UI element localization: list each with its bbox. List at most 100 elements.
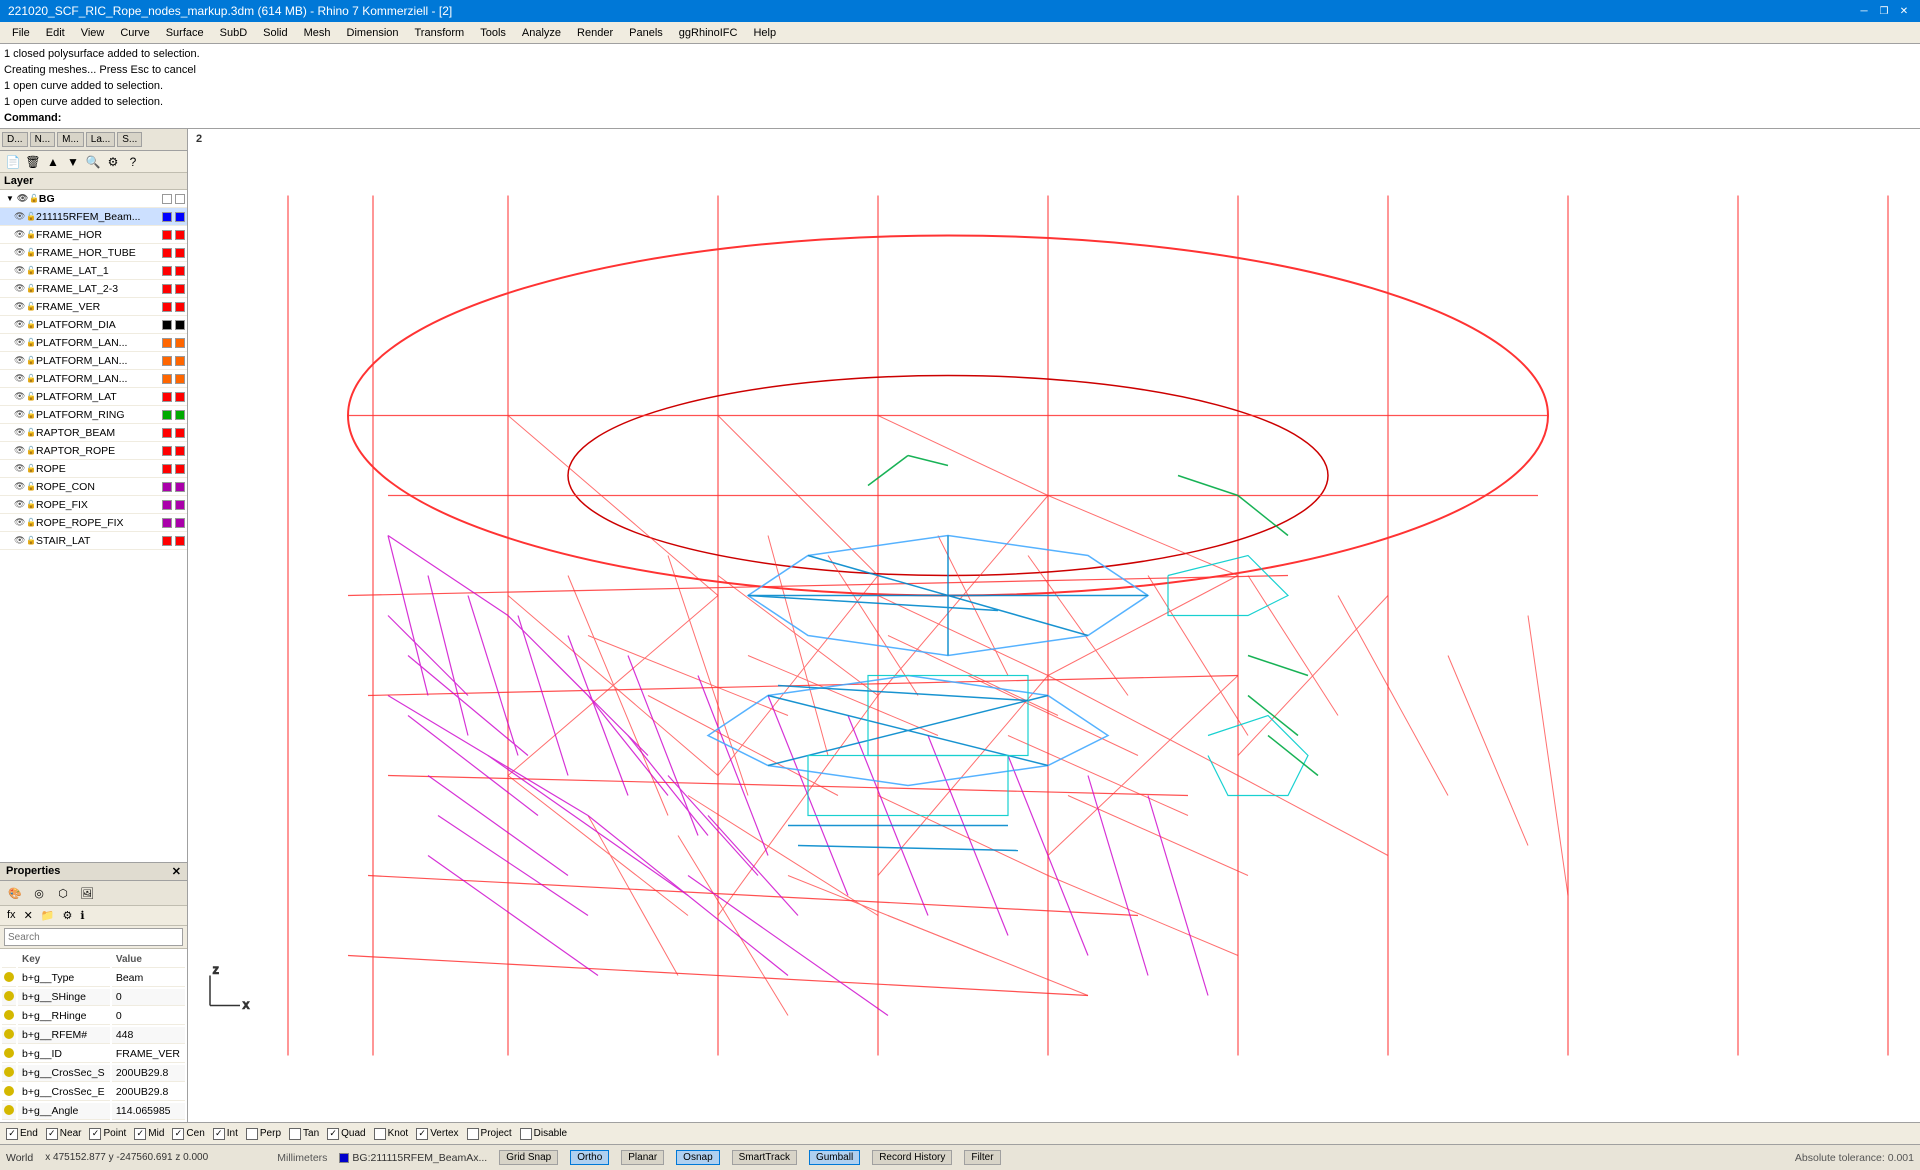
layer-material-color[interactable]	[175, 392, 185, 402]
osnap-item-cen[interactable]: Cen	[172, 1128, 204, 1140]
property-value[interactable]: 0	[112, 1008, 185, 1025]
osnap-checkbox[interactable]	[374, 1128, 386, 1140]
layer-visibility-icon[interactable]: 👁	[14, 535, 24, 546]
props-fx-icon[interactable]: fx	[4, 908, 19, 923]
osnap-item-disable[interactable]: Disable	[520, 1128, 567, 1140]
layer-color-swatch[interactable]	[162, 230, 172, 240]
layer-item[interactable]: 👁🔓RAPTOR_ROPE	[0, 442, 187, 460]
menu-item-file[interactable]: File	[4, 25, 38, 41]
osnap-checkbox[interactable]	[416, 1128, 428, 1140]
gumball-button[interactable]: Gumball	[809, 1150, 860, 1165]
layer-color-swatch[interactable]	[162, 356, 172, 366]
layer-lock-icon[interactable]: 🔓	[26, 302, 36, 311]
layer-color-swatch[interactable]	[162, 248, 172, 258]
new-layer-icon[interactable]: 📄	[4, 153, 22, 171]
command-prompt[interactable]: Command:	[4, 110, 1916, 126]
menu-item-surface[interactable]: Surface	[158, 25, 212, 41]
layer-material-color[interactable]	[175, 248, 185, 258]
restore-button[interactable]: ❐	[1876, 3, 1892, 19]
property-value[interactable]: 0	[112, 989, 185, 1006]
osnap-checkbox[interactable]	[246, 1128, 258, 1140]
layer-item[interactable]: 👁🔓PLATFORM_LAN...	[0, 334, 187, 352]
layer-visibility-icon[interactable]: 👁	[14, 391, 24, 402]
layer-color-swatch[interactable]	[162, 410, 172, 420]
layer-material-color[interactable]	[175, 302, 185, 312]
layer-lock-icon[interactable]: 🔓	[26, 536, 36, 545]
panel-tab-1[interactable]: N...	[30, 132, 56, 147]
layer-item[interactable]: 👁🔓ROPE_FIX	[0, 496, 187, 514]
osnap-checkbox[interactable]	[467, 1128, 479, 1140]
layer-visibility-icon[interactable]: 👁	[14, 265, 24, 276]
layer-visibility-icon[interactable]: 👁	[14, 319, 24, 330]
menu-item-solid[interactable]: Solid	[255, 25, 295, 41]
move-down-icon[interactable]: ▼	[64, 153, 82, 171]
props-info-icon[interactable]: ℹ	[77, 908, 87, 923]
osnap-button[interactable]: Osnap	[676, 1150, 719, 1165]
layer-material-color[interactable]	[175, 482, 185, 492]
layer-material-color[interactable]	[175, 338, 185, 348]
menu-item-mesh[interactable]: Mesh	[296, 25, 339, 41]
layer-item[interactable]: ▼👁🔓BG	[0, 190, 187, 208]
grid-snap-button[interactable]: Grid Snap	[499, 1150, 558, 1165]
layer-visibility-icon[interactable]: 👁	[14, 463, 24, 474]
layer-status-name[interactable]: BG:211115RFEM_BeamAx...	[352, 1152, 487, 1164]
menu-item-view[interactable]: View	[73, 25, 113, 41]
layer-lock-icon[interactable]: 🔓	[29, 194, 39, 203]
record-history-button[interactable]: Record History	[872, 1150, 952, 1165]
osnap-item-point[interactable]: Point	[89, 1128, 126, 1140]
layer-lock-icon[interactable]: 🔓	[26, 248, 36, 257]
osnap-checkbox[interactable]	[46, 1128, 58, 1140]
layer-item[interactable]: 👁🔓FRAME_HOR_TUBE	[0, 244, 187, 262]
command-input[interactable]	[65, 112, 265, 124]
property-value[interactable]: 448	[112, 1027, 185, 1044]
osnap-checkbox[interactable]	[213, 1128, 225, 1140]
settings-icon[interactable]: ⚙	[104, 153, 122, 171]
layer-lock-icon[interactable]: 🔓	[26, 230, 36, 239]
layer-material-color[interactable]	[175, 194, 185, 204]
layer-material-color[interactable]	[175, 536, 185, 546]
panel-tab-0[interactable]: D...	[2, 132, 28, 147]
osnap-item-int[interactable]: Int	[213, 1128, 238, 1140]
menu-item-edit[interactable]: Edit	[38, 25, 73, 41]
layer-lock-icon[interactable]: 🔓	[26, 428, 36, 437]
layer-visibility-icon[interactable]: 👁	[14, 445, 24, 456]
smarttrack-button[interactable]: SmartTrack	[732, 1150, 797, 1165]
layer-lock-icon[interactable]: 🔓	[26, 500, 36, 509]
layer-visibility-icon[interactable]: 👁	[14, 517, 24, 528]
layer-material-color[interactable]	[175, 230, 185, 240]
layer-item[interactable]: 👁🔓FRAME_LAT_2-3	[0, 280, 187, 298]
layer-material-color[interactable]	[175, 464, 185, 474]
osnap-checkbox[interactable]	[134, 1128, 146, 1140]
layer-color-swatch[interactable]	[162, 392, 172, 402]
properties-search-input[interactable]	[4, 928, 183, 946]
layer-visibility-icon[interactable]: 👁	[14, 229, 24, 240]
layer-color-swatch[interactable]	[162, 266, 172, 276]
layer-visibility-icon[interactable]: 👁	[14, 427, 24, 438]
help-layer-icon[interactable]: ?	[124, 153, 142, 171]
layer-material-color[interactable]	[175, 410, 185, 420]
layer-item[interactable]: 👁🔓PLATFORM_DIA	[0, 316, 187, 334]
layer-item[interactable]: 👁🔓ROPE	[0, 460, 187, 478]
layer-lock-icon[interactable]: 🔓	[26, 374, 36, 383]
planar-button[interactable]: Planar	[621, 1150, 664, 1165]
layer-lock-icon[interactable]: 🔓	[26, 446, 36, 455]
menu-item-curve[interactable]: Curve	[112, 25, 157, 41]
layer-lock-icon[interactable]: 🔓	[26, 392, 36, 401]
layer-visibility-icon[interactable]: 👁	[14, 337, 24, 348]
menu-item-tools[interactable]: Tools	[472, 25, 514, 41]
osnap-item-tan[interactable]: Tan	[289, 1128, 319, 1140]
layer-item[interactable]: 👁🔓PLATFORM_RING	[0, 406, 187, 424]
panel-tab-4[interactable]: S...	[117, 132, 142, 147]
layer-lock-icon[interactable]: 🔓	[26, 410, 36, 419]
layer-item[interactable]: 👁🔓RAPTOR_BEAM	[0, 424, 187, 442]
layer-item[interactable]: 👁🔓FRAME_LAT_1	[0, 262, 187, 280]
menu-item-help[interactable]: Help	[745, 25, 784, 41]
layer-lock-icon[interactable]: 🔓	[26, 518, 36, 527]
layer-lock-icon[interactable]: 🔓	[26, 482, 36, 491]
property-value[interactable]: Beam	[112, 970, 185, 987]
viewport[interactable]: 2	[188, 129, 1920, 1122]
layer-color-swatch[interactable]	[162, 338, 172, 348]
layer-material-color[interactable]	[175, 212, 185, 222]
props-gear-icon[interactable]: ⚙	[59, 908, 75, 923]
layer-material-color[interactable]	[175, 446, 185, 456]
